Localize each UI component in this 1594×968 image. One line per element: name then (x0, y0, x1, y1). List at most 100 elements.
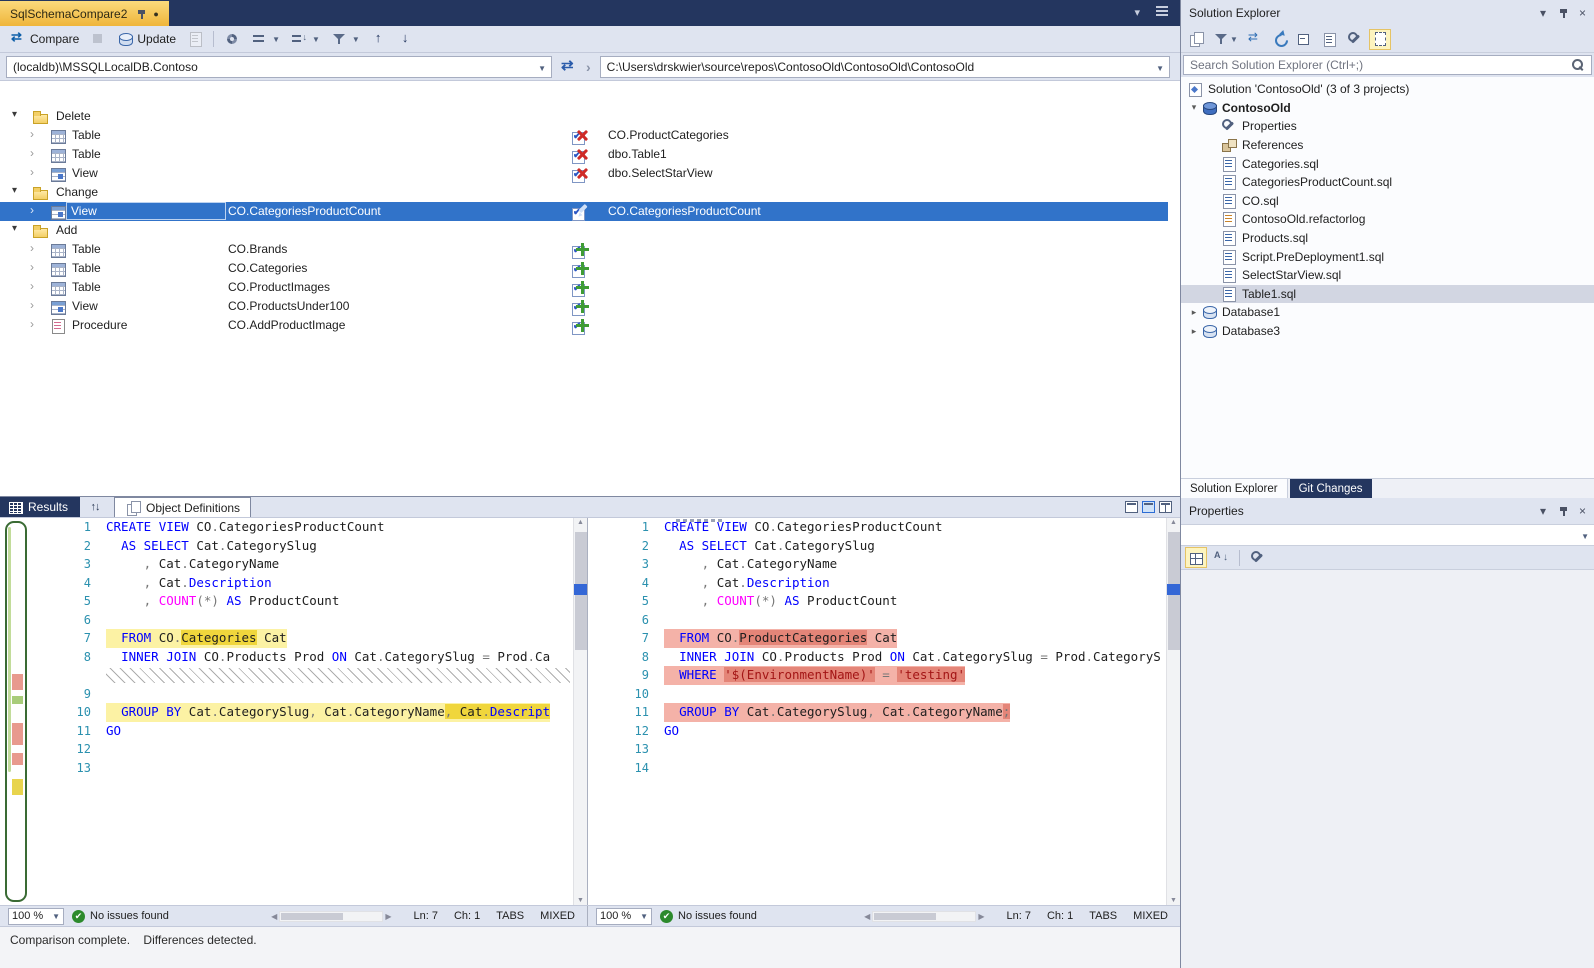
compare-row[interactable]: ›TableCO.Categories (0, 259, 1180, 278)
pin-icon[interactable] (1556, 6, 1569, 20)
pin-icon[interactable] (1556, 504, 1569, 518)
tree-item-contosoold-refactorlog[interactable]: ContosoOld.refactorlog (1181, 210, 1594, 229)
categorized-button[interactable] (1185, 547, 1207, 568)
diff-overview-map[interactable] (5, 521, 27, 902)
chevron-down-icon[interactable]: ▾ (1540, 504, 1546, 518)
splitter-grip[interactable] (676, 519, 722, 522)
tab-sqlschemacompare2[interactable]: SqlSchemaCompare2 ● (0, 1, 169, 26)
close-icon[interactable]: × (1579, 6, 1586, 20)
chevron-down-icon[interactable]: ▾ (1540, 6, 1546, 20)
search-input[interactable] (1183, 55, 1592, 75)
close-icon[interactable]: × (1579, 504, 1586, 518)
target-project-combo[interactable]: C:\Users\drskwier\source\repos\ContosoOl… (600, 56, 1170, 78)
document-well-options-icon[interactable] (1156, 6, 1168, 16)
alphabetical-button[interactable] (1210, 547, 1232, 568)
swap-panes-button[interactable] (1159, 501, 1172, 513)
tab-git-changes[interactable]: Git Changes (1290, 479, 1372, 498)
dock-vertical-button[interactable] (1142, 501, 1155, 513)
compare-row[interactable]: ›TableCO.ProductImages (0, 278, 1180, 297)
properties-button[interactable] (1319, 29, 1341, 50)
tree-item-references[interactable]: References (1181, 136, 1594, 155)
tree-item-solution-contosoold-3-of-3-projects-[interactable]: Solution 'ContosoOld' (3 of 3 projects) (1181, 80, 1594, 99)
pending-changes-filter-button[interactable]: ▼ (1210, 29, 1241, 50)
right-code-area[interactable]: 1CREATE VIEW CO.CategoriesProductCount2 … (588, 518, 1166, 905)
tree-item-contosoold[interactable]: ▾ContosoOld (1181, 99, 1594, 118)
scroll-up-icon[interactable]: ▲ (574, 519, 587, 526)
compare-row[interactable]: ›ProcedureCO.AddProductImage (0, 316, 1180, 335)
tree-item-properties[interactable]: Properties (1181, 117, 1594, 136)
tab-results[interactable]: Results (0, 497, 80, 517)
source-database-combo[interactable]: (localdb)\MSSQLLocalDB.Contoso ▼ (6, 56, 552, 78)
scroll-down-icon[interactable]: ▼ (1167, 897, 1180, 904)
update-button[interactable]: Update (112, 28, 181, 50)
compare-grid[interactable]: ▾Delete›TableCO.ProductCategories›Tabled… (0, 80, 1180, 496)
filter-button[interactable]: ▼ (326, 28, 365, 50)
tree-item-table1-sql[interactable]: Table1.sql (1181, 285, 1594, 304)
property-pages-button[interactable] (1247, 547, 1269, 568)
search-icon[interactable] (1570, 57, 1586, 73)
tree-item-categories-sql[interactable]: Categories.sql (1181, 154, 1594, 173)
dock-horizontal-button[interactable] (1125, 501, 1138, 513)
scroll-down-icon[interactable]: ▼ (574, 897, 587, 904)
compare-row[interactable]: ›Viewdbo.SelectStarView (0, 164, 1180, 183)
properties-object-combo[interactable]: ▼ (1181, 524, 1594, 546)
tree-item-database1[interactable]: ▸Database1 (1181, 303, 1594, 322)
solution-explorer-header[interactable]: Solution Explorer ▾ × (1181, 0, 1594, 26)
right-horizontal-scrollbar[interactable]: ◀▶ (864, 911, 984, 922)
left-horizontal-scrollbar[interactable]: ◀▶ (271, 911, 391, 922)
group-header-add[interactable]: ▾Add (0, 221, 1180, 240)
tab-object-definitions[interactable]: Object Definitions (114, 497, 251, 517)
chevron-right-icon[interactable]: ▸ (1187, 326, 1201, 337)
previous-difference-button[interactable] (366, 28, 392, 50)
preview-selected-button[interactable] (1344, 29, 1366, 50)
compare-row[interactable]: ›TableCO.Brands (0, 240, 1180, 259)
tree-item-script-predeployment1-sql[interactable]: Script.PreDeployment1.sql (1181, 247, 1594, 266)
properties-header[interactable]: Properties ▾ × (1181, 498, 1594, 524)
solution-explorer-tree[interactable]: Solution 'ContosoOld' (3 of 3 projects)▾… (1181, 77, 1594, 478)
scroll-right-icon[interactable]: ▶ (385, 912, 391, 921)
tree-item-categoriesproductcount-sql[interactable]: CategoriesProductCount.sql (1181, 173, 1594, 192)
group-results-button[interactable]: ▼ (246, 28, 285, 50)
next-difference-button[interactable] (393, 28, 419, 50)
switch-views-button[interactable] (1185, 29, 1207, 50)
compare-row[interactable]: ›Tabledbo.Table1 (0, 145, 1180, 164)
scrollbar-thumb[interactable] (874, 913, 936, 920)
tree-item-database3[interactable]: ▸Database3 (1181, 322, 1594, 341)
editor-left[interactable]: 1CREATE VIEW CO.CategoriesProductCount2 … (30, 518, 587, 905)
compare-row[interactable]: ›ViewCO.ProductsUnder100 (0, 297, 1180, 316)
sort-definitions-button[interactable]: ↑↓ (80, 497, 110, 517)
chevron-down-icon[interactable]: ▾ (1187, 102, 1201, 113)
tab-solution-explorer[interactable]: Solution Explorer (1181, 479, 1288, 498)
options-button[interactable] (219, 28, 245, 50)
refactorlog-icon (1221, 211, 1237, 227)
editor-right[interactable]: 1CREATE VIEW CO.CategoriesProductCount2 … (587, 518, 1180, 905)
document-well-dropdown-icon[interactable]: ▾ (1134, 6, 1140, 19)
compare-button[interactable]: Compare (5, 28, 84, 50)
sync-with-active-document-button[interactable] (1244, 29, 1266, 50)
refresh-button[interactable] (1269, 29, 1291, 50)
pin-icon[interactable] (134, 7, 146, 20)
scroll-up-icon[interactable]: ▲ (1167, 519, 1180, 526)
group-header-change[interactable]: ▾Change (0, 183, 1180, 202)
tree-item-selectstarview-sql[interactable]: SelectStarView.sql (1181, 266, 1594, 285)
scrollbar-thumb[interactable] (281, 913, 343, 920)
left-code-area[interactable]: 1CREATE VIEW CO.CategoriesProductCount2 … (30, 518, 573, 905)
scroll-left-icon[interactable]: ◀ (271, 912, 277, 921)
swap-source-target-icon[interactable] (561, 59, 577, 75)
show-all-files-button[interactable] (1369, 29, 1391, 50)
scroll-left-icon[interactable]: ◀ (864, 912, 870, 921)
right-vertical-scrollbar[interactable]: ▲ ▼ (1166, 518, 1180, 905)
collapse-all-button[interactable] (1294, 29, 1316, 50)
compare-row[interactable]: ›ViewCO.CategoriesProductCountCO.Categor… (0, 202, 1168, 221)
compare-button-label: Compare (30, 32, 79, 46)
left-zoom-combo[interactable]: 100 %▼ (8, 908, 64, 925)
right-zoom-combo[interactable]: 100 %▼ (596, 908, 652, 925)
tree-item-co-sql[interactable]: CO.sql (1181, 192, 1594, 211)
chevron-right-icon[interactable]: ▸ (1187, 307, 1201, 318)
sort-results-button[interactable]: ▼ (286, 28, 325, 50)
group-header-delete[interactable]: ▾Delete (0, 107, 1180, 126)
left-vertical-scrollbar[interactable]: ▲ ▼ (573, 518, 587, 905)
tree-item-products-sql[interactable]: Products.sql (1181, 229, 1594, 248)
scroll-right-icon[interactable]: ▶ (978, 912, 984, 921)
compare-row[interactable]: ›TableCO.ProductCategories (0, 126, 1180, 145)
